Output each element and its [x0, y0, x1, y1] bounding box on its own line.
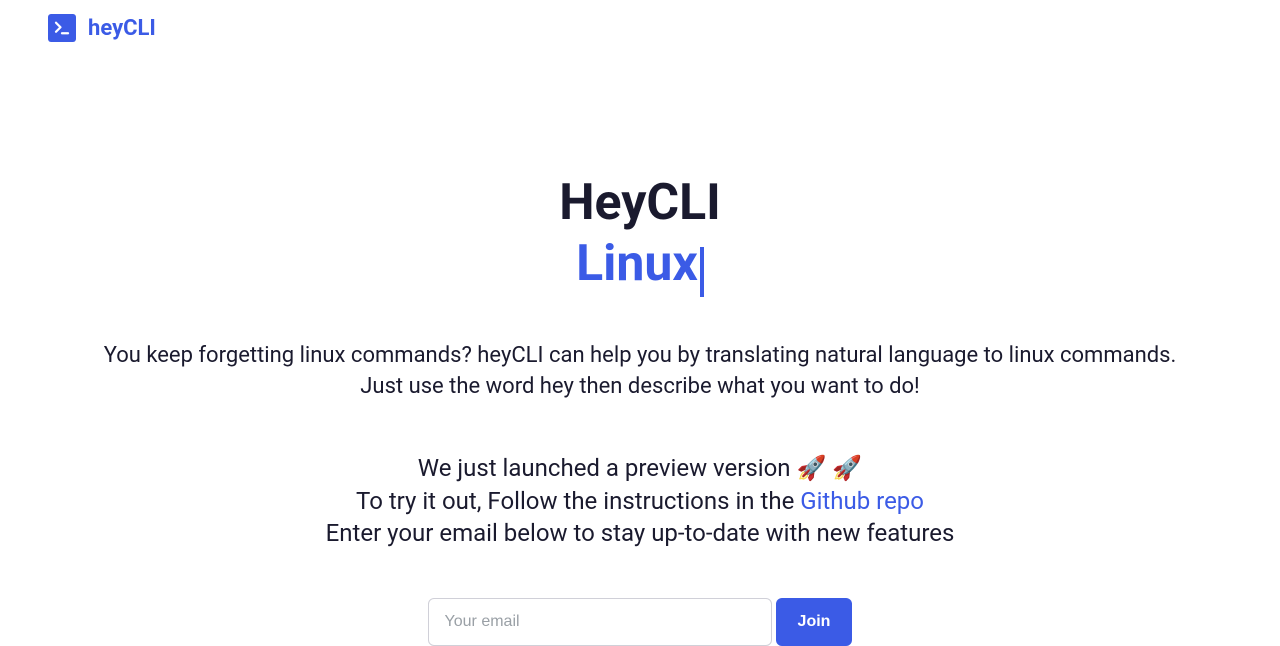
description-line-2: Just use the word hey then describe what…	[40, 372, 1240, 403]
hero-description: You keep forgetting linux commands? heyC…	[0, 341, 1280, 403]
launch-line-3: Enter your email below to stay up-to-dat…	[40, 517, 1240, 549]
hero-title: HeyCLI	[0, 176, 1280, 231]
description-line-1: You keep forgetting linux commands? heyC…	[40, 341, 1240, 372]
hero-subtitle-wrapper: Linux	[0, 231, 1280, 301]
email-input[interactable]	[428, 598, 772, 646]
terminal-icon	[48, 14, 76, 42]
typing-cursor	[700, 247, 704, 297]
email-form: Join	[0, 598, 1280, 646]
hero-subtitle: Linux	[576, 237, 698, 292]
launch-section: We just launched a preview version 🚀 🚀 T…	[0, 452, 1280, 549]
launch-line-1: We just launched a preview version 🚀 🚀	[40, 452, 1240, 484]
logo-text[interactable]: heyCLI	[88, 16, 156, 41]
github-repo-link[interactable]: Github repo	[800, 487, 924, 515]
launch-line-2: To try it out, Follow the instructions i…	[40, 485, 1240, 517]
header: heyCLI	[0, 0, 1280, 56]
main-content: HeyCLI Linux You keep forgetting linux c…	[0, 56, 1280, 646]
join-button[interactable]: Join	[776, 598, 853, 646]
launch-line-2-prefix: To try it out, Follow the instructions i…	[356, 487, 800, 515]
